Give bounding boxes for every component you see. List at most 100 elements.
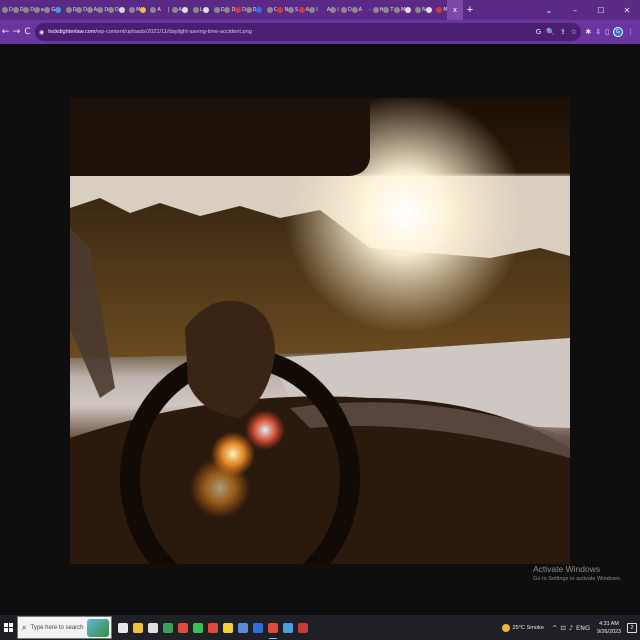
show-hidden-icons-icon[interactable]: ^: [552, 624, 557, 632]
browser-tab[interactable]: M: [393, 0, 405, 20]
browser-tab[interactable]: D: [23, 0, 34, 20]
browser-tab[interactable]: [54, 0, 66, 20]
tab-favicon-icon: [65, 7, 72, 13]
tab-favicon-icon: [139, 7, 146, 13]
clock[interactable]: 4:31 AM 9/26/2023: [597, 620, 621, 636]
browser-tab[interactable]: M: [436, 0, 447, 20]
browser-tab[interactable]: L: [192, 0, 204, 20]
tab-favicon-icon: [372, 7, 379, 13]
browser-tab[interactable]: [404, 0, 416, 20]
taskbar-app-app-generic-icon[interactable]: [238, 622, 248, 633]
taskbar-app-task-view-icon[interactable]: [118, 622, 128, 633]
back-button[interactable]: ←: [0, 20, 11, 44]
language-indicator[interactable]: ENG: [576, 624, 590, 632]
browser-tab[interactable]: [203, 0, 214, 20]
zoom-icon[interactable]: 🔍: [546, 28, 555, 36]
tab-label: -: [369, 6, 371, 13]
tab-favicon-icon: [44, 7, 51, 13]
tab-favicon-icon: [256, 7, 263, 13]
taskbar-app-chrome-2-icon[interactable]: [208, 622, 218, 633]
url-text[interactable]: lockdighterlaw.com/wp-content/uploads/20…: [48, 29, 252, 35]
maximize-button[interactable]: ☐: [588, 0, 614, 20]
side-panel-icon[interactable]: ▯: [605, 28, 609, 36]
menu-icon[interactable]: ⋮: [627, 28, 634, 36]
browser-tab[interactable]: D: [97, 0, 108, 20]
tab-search-icon[interactable]: ⌄: [536, 0, 562, 20]
browser-tab[interactable]: D: [76, 0, 87, 20]
taskbar-search-box[interactable]: ⌕ Type here to search: [17, 616, 112, 639]
taskbar-app-app-blue-icon[interactable]: [283, 622, 293, 633]
browser-tab[interactable]: [139, 0, 151, 20]
browser-tab[interactable]: l: [330, 0, 341, 20]
extensions-icon[interactable]: ✱: [585, 28, 591, 36]
minimize-button[interactable]: –: [562, 0, 588, 20]
browser-tab[interactable]: D: [235, 0, 246, 20]
watermark-title: Activate Windows: [533, 564, 601, 574]
taskbar-app-edge-icon[interactable]: [163, 622, 173, 633]
browser-tab[interactable]: G: [44, 0, 55, 20]
browser-tab[interactable]: S: [288, 0, 299, 20]
browser-tab[interactable]: N: [415, 0, 426, 20]
browser-tab[interactable]: N: [277, 0, 288, 20]
new-tab-button[interactable]: +: [463, 0, 477, 20]
taskbar-app-chrome-icon[interactable]: [178, 622, 188, 633]
browser-tab[interactable]: a: [33, 0, 45, 20]
browser-tab[interactable]: D: [12, 0, 23, 20]
taskbar-app-store-icon[interactable]: [148, 622, 158, 633]
system-tray: 25°C Smoke ^ ⊡ ♪ ENG 4:31 AM 9/26/2023 2: [502, 615, 640, 640]
bookmark-star-icon[interactable]: ☆: [571, 28, 577, 36]
browser-tab[interactable]: [118, 0, 130, 20]
browser-tab[interactable]: D: [224, 0, 235, 20]
browser-tab[interactable]: -: [362, 0, 373, 20]
browser-tab[interactable]: I: [309, 0, 320, 20]
tab-favicon-icon: [393, 7, 400, 13]
browser-tab[interactable]: A: [171, 0, 183, 20]
browser-tab[interactable]: A: [319, 0, 331, 20]
close-tab-icon[interactable]: x: [453, 6, 457, 14]
taskbar-app-app-red-icon[interactable]: [298, 622, 308, 633]
browser-tab[interactable]: [425, 0, 437, 20]
taskbar-app-sticky-notes-icon[interactable]: [223, 622, 233, 633]
tab-favicon-icon: [182, 7, 189, 13]
share-icon[interactable]: ⇪: [560, 28, 566, 36]
displayed-image[interactable]: [70, 98, 570, 564]
notification-center-button[interactable]: 2: [627, 622, 637, 633]
tab-favicon-icon: [288, 7, 295, 13]
browser-tab[interactable]: C: [266, 0, 278, 20]
address-bar[interactable]: ◉ lockdighterlaw.com/wp-content/uploads/…: [35, 23, 581, 41]
browser-tab[interactable]: A: [86, 0, 98, 20]
profile-avatar[interactable]: G: [613, 27, 623, 37]
reload-button[interactable]: C: [22, 20, 33, 44]
browser-tab[interactable]: D: [107, 0, 119, 20]
active-tab[interactable]: x: [446, 0, 463, 20]
browser-tab[interactable]: D: [245, 0, 256, 20]
browser-tab[interactable]: D: [2, 0, 13, 20]
download-icon[interactable]: ⇩: [595, 28, 601, 36]
google-lens-icon[interactable]: G: [536, 28, 541, 36]
network-icon[interactable]: ⊡: [560, 624, 565, 632]
close-button[interactable]: ✕: [614, 0, 640, 20]
browser-tab[interactable]: A: [351, 0, 363, 20]
browser-tab[interactable]: H: [372, 0, 383, 20]
lock-icon[interactable]: ◉: [39, 29, 44, 36]
browser-tab[interactable]: M: [129, 0, 140, 20]
browser-tab[interactable]: [256, 0, 267, 20]
volume-icon[interactable]: ♪: [569, 624, 573, 632]
weather-widget[interactable]: 25°C Smoke: [502, 623, 544, 632]
taskbar-app-whatsapp-icon[interactable]: [193, 622, 203, 633]
forward-button[interactable]: →: [11, 20, 22, 44]
browser-tab[interactable]: [182, 0, 193, 20]
browser-tab[interactable]: D: [65, 0, 76, 20]
taskbar-app-chrome-active-icon[interactable]: [268, 622, 278, 639]
browser-tab[interactable]: D: [213, 0, 224, 20]
start-button[interactable]: [0, 615, 17, 640]
taskbar-app-file-explorer-icon[interactable]: [133, 622, 143, 633]
browser-tab[interactable]: D: [341, 0, 352, 20]
browser-tab[interactable]: A: [150, 0, 161, 20]
tab-favicon-icon: [97, 7, 104, 13]
browser-tab[interactable]: T: [383, 0, 394, 20]
taskbar-app-chrome-profile-icon[interactable]: [253, 622, 263, 633]
browser-tab[interactable]: |: [160, 0, 172, 20]
browser-tab[interactable]: A: [298, 0, 310, 20]
tab-favicon-icon: [12, 7, 19, 13]
